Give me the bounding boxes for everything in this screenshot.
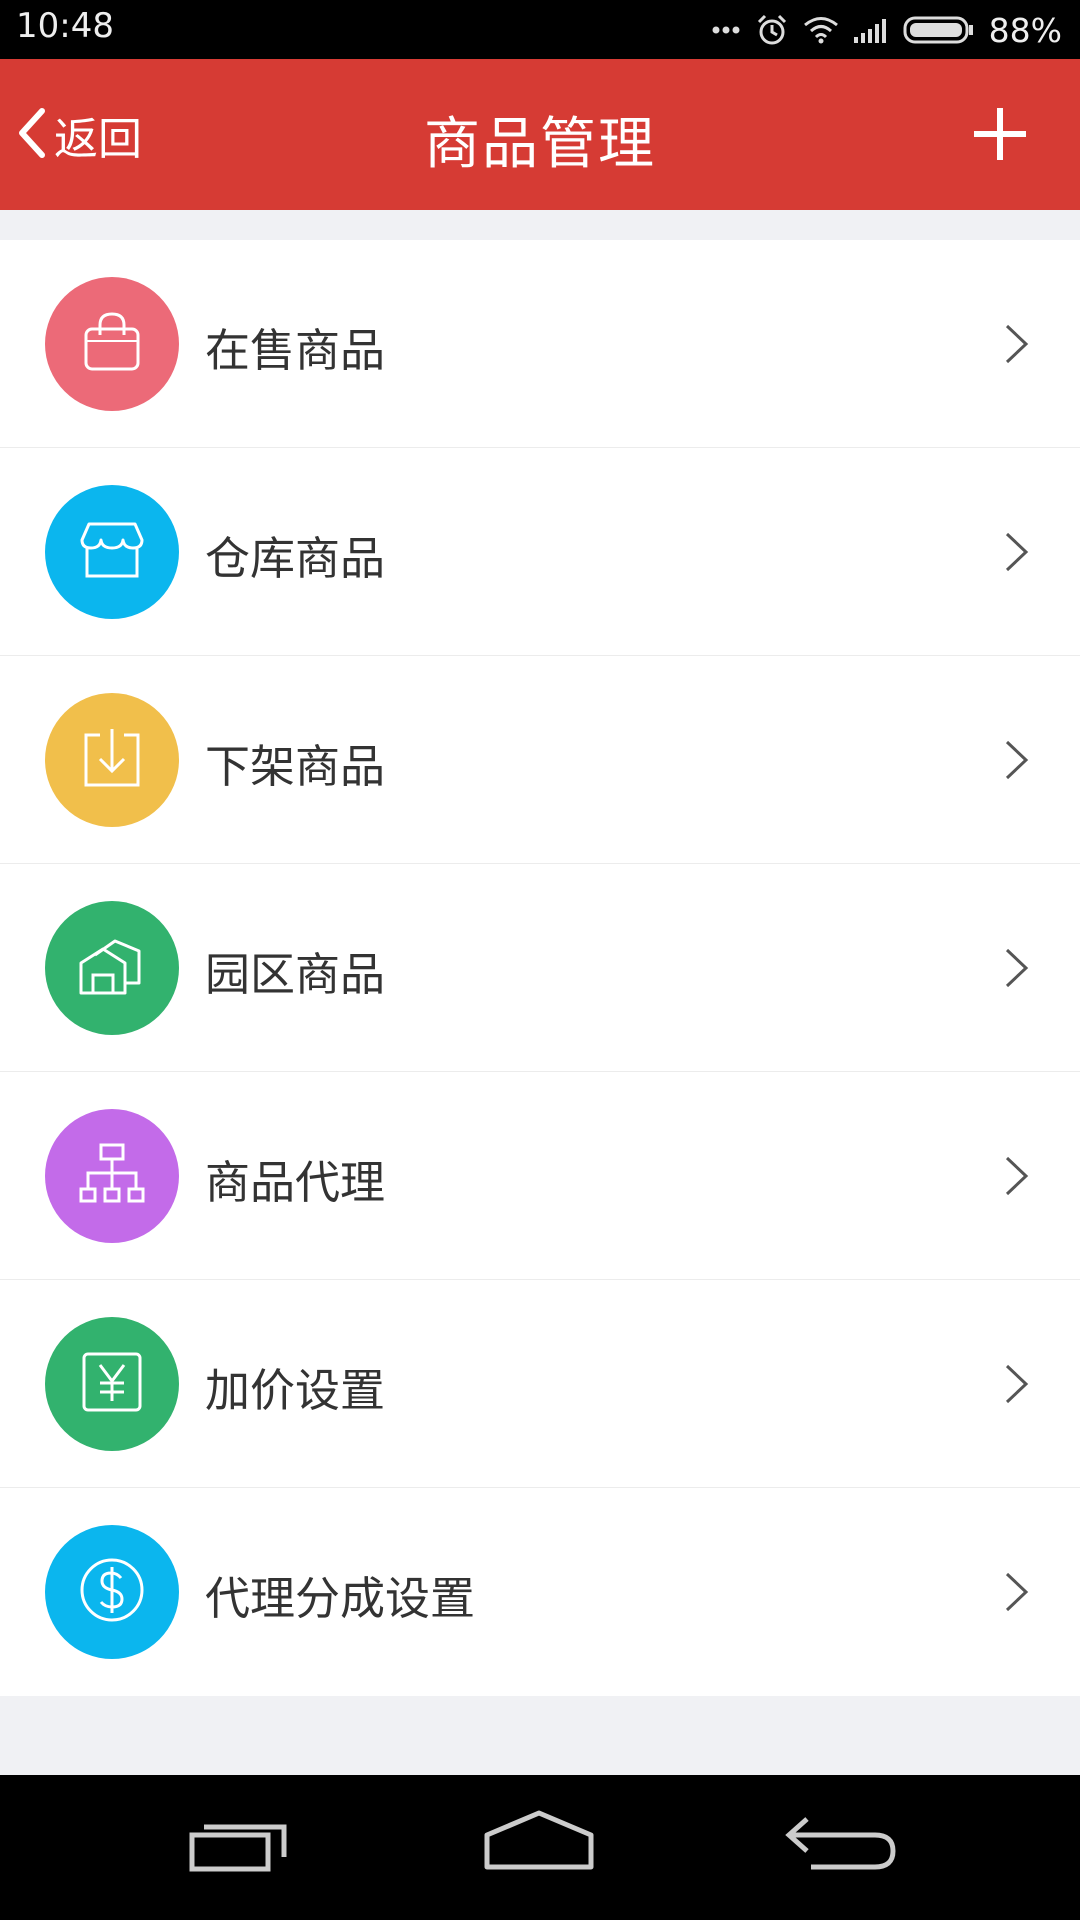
menu-icon-bg <box>45 1317 179 1451</box>
battery-icon <box>903 15 975 45</box>
menu-item-commission[interactable]: 代理分成设置 <box>0 1488 1080 1696</box>
chevron-right-icon <box>1002 1362 1032 1406</box>
menu-item-delisted[interactable]: 下架商品 <box>0 656 1080 864</box>
park-building-icon <box>79 935 145 1001</box>
signal-icon <box>853 17 889 43</box>
menu-item-park[interactable]: 园区商品 <box>0 864 1080 1072</box>
home-icon[interactable] <box>475 1805 605 1885</box>
menu-label: 加价设置 <box>205 1364 386 1417</box>
menu-label: 园区商品 <box>205 948 386 1001</box>
menu-item-markup[interactable]: 加价设置 <box>0 1280 1080 1488</box>
page-title: 商品管理 <box>424 112 656 177</box>
menu-icon-bg <box>45 277 179 411</box>
menu-icon-bg <box>45 901 179 1035</box>
chevron-right-icon <box>1002 1154 1032 1198</box>
chevron-right-icon <box>1002 322 1032 366</box>
menu-icon-bg <box>45 1109 179 1243</box>
battery-percent: 88% <box>988 10 1062 50</box>
shopping-bag-icon <box>82 311 142 377</box>
wifi-icon <box>803 16 839 44</box>
menu-icon-bg <box>45 693 179 827</box>
dollar-coin-icon <box>79 1557 145 1627</box>
menu-item-agency[interactable]: 商品代理 <box>0 1072 1080 1280</box>
menu-icon-bg <box>45 1525 179 1659</box>
chevron-right-icon <box>1002 738 1032 782</box>
menu-icon-bg <box>45 485 179 619</box>
menu-label: 在售商品 <box>205 324 386 377</box>
add-button[interactable] <box>970 104 1030 164</box>
recent-apps-icon[interactable] <box>180 1805 310 1885</box>
chevron-right-icon <box>1002 946 1032 990</box>
storefront-icon <box>79 520 145 584</box>
org-chart-icon <box>79 1143 145 1209</box>
status-time: 10:48 <box>16 6 114 46</box>
status-bar: 10:48 88% <box>0 0 1080 59</box>
system-nav-bar <box>0 1775 1080 1920</box>
menu-label: 商品代理 <box>205 1156 386 1209</box>
chevron-right-icon <box>1002 1570 1032 1614</box>
menu-label: 仓库商品 <box>205 532 386 585</box>
back-icon[interactable] <box>775 1805 905 1885</box>
menu-label: 代理分成设置 <box>205 1572 476 1625</box>
status-icons: 88% <box>711 6 1062 54</box>
menu-list: 在售商品 仓库商品 下架商品 园区商品 商品代理 加价设置 代理分成设置 <box>0 240 1080 1696</box>
plus-icon <box>970 108 1030 168</box>
alarm-icon <box>755 13 789 47</box>
chevron-right-icon <box>1002 530 1032 574</box>
menu-item-on-sale[interactable]: 在售商品 <box>0 240 1080 448</box>
download-tray-icon <box>82 727 142 793</box>
menu-item-warehouse[interactable]: 仓库商品 <box>0 448 1080 656</box>
menu-label: 下架商品 <box>205 740 386 793</box>
more-dots-icon <box>711 25 741 35</box>
yen-icon <box>81 1351 143 1417</box>
nav-bar: 返回 商品管理 <box>0 59 1080 210</box>
